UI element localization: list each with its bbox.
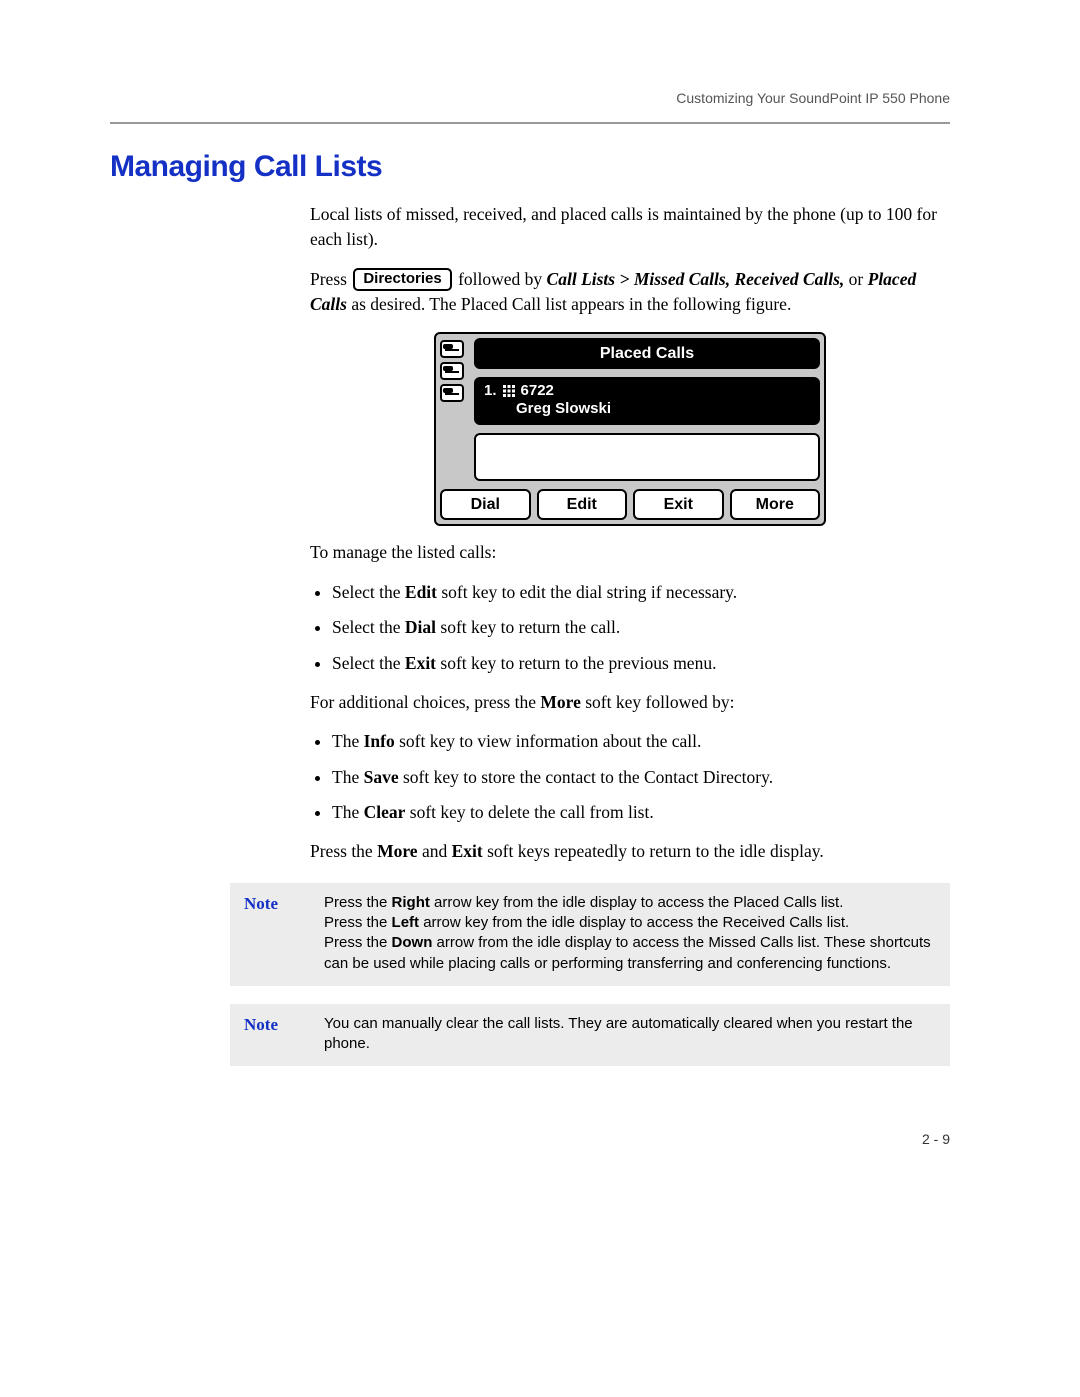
screen-title: Placed Calls [474, 338, 820, 369]
softkey-name: Edit [405, 582, 437, 602]
list-item: Select the Exit soft key to return to th… [332, 651, 950, 676]
arrow-key-name: Left [392, 914, 420, 931]
softkey-edit: Edit [537, 489, 628, 520]
note-body: You can manually clear the call lists. T… [324, 1014, 936, 1055]
softkey-name: Exit [405, 653, 436, 673]
softkey-dial: Dial [440, 489, 531, 520]
note-block: Note You can manually clear the call lis… [230, 1004, 950, 1067]
softkey-row: Dial Edit Exit More [440, 489, 820, 520]
softkey-name: More [377, 841, 418, 861]
directories-hardkey-icon: Directories [353, 268, 451, 291]
press-directories-paragraph: Press Directories followed by Call Lists… [310, 267, 950, 318]
softkey-more: More [730, 489, 821, 520]
arrow-key-name: Down [392, 934, 433, 951]
empty-list-area [474, 433, 820, 481]
list-item: The Info soft key to view information ab… [332, 729, 950, 754]
list-item: Select the Edit soft key to edit the dia… [332, 580, 950, 605]
manage-list: Select the Edit soft key to edit the dia… [310, 580, 950, 676]
softkey-name: Info [364, 731, 395, 751]
menu-path: Call Lists > Missed Calls, Received Call… [547, 269, 845, 289]
list-item: The Save soft key to store the contact t… [332, 765, 950, 790]
intro-paragraph: Local lists of missed, received, and pla… [310, 202, 950, 253]
note-label: Note [244, 893, 324, 974]
note-label: Note [244, 1014, 324, 1055]
note-body: Press the Right arrow key from the idle … [324, 893, 936, 974]
line-key-icons [440, 338, 468, 482]
list-item: Select the Dial soft key to return the c… [332, 615, 950, 640]
header-rule [110, 122, 950, 124]
more-intro: For additional choices, press the More s… [310, 690, 950, 715]
entry-number: 6722 [521, 382, 554, 401]
phone-line-icon [440, 340, 464, 358]
list-item: The Clear soft key to delete the call fr… [332, 800, 950, 825]
softkey-name: Exit [452, 841, 483, 861]
manage-intro: To manage the listed calls: [310, 540, 950, 565]
entry-index: 1. [484, 382, 497, 401]
text: as desired. The Placed Call list appears… [351, 294, 791, 314]
arrow-key-name: Right [392, 894, 430, 911]
entry-name: Greg Slowski [484, 400, 810, 419]
phone-line-icon [440, 384, 464, 402]
softkey-name: Dial [405, 617, 436, 637]
call-entry-selected: 1. 6722 Greg Slowski [474, 377, 820, 426]
body-column: Local lists of missed, received, and pla… [310, 202, 950, 865]
softkey-name: More [540, 692, 581, 712]
phone-line-icon [440, 362, 464, 380]
text: followed by [458, 269, 546, 289]
more-list: The Info soft key to view information ab… [310, 729, 950, 825]
softkey-name: Save [364, 767, 399, 787]
text: Press [310, 269, 347, 289]
running-header: Customizing Your SoundPoint IP 550 Phone [110, 90, 950, 106]
note-block: Note Press the Right arrow key from the … [230, 883, 950, 986]
softkey-exit: Exit [633, 489, 724, 520]
manual-page: Customizing Your SoundPoint IP 550 Phone… [0, 0, 1080, 1397]
page-number: 2 - 9 [922, 1131, 950, 1147]
dialpad-icon [503, 385, 515, 397]
section-title: Managing Call Lists [110, 150, 950, 184]
phone-screenshot: Placed Calls 1. 6722 [434, 332, 826, 527]
return-line: Press the More and Exit soft keys repeat… [310, 839, 950, 864]
text: or [849, 269, 868, 289]
softkey-name: Clear [364, 802, 406, 822]
